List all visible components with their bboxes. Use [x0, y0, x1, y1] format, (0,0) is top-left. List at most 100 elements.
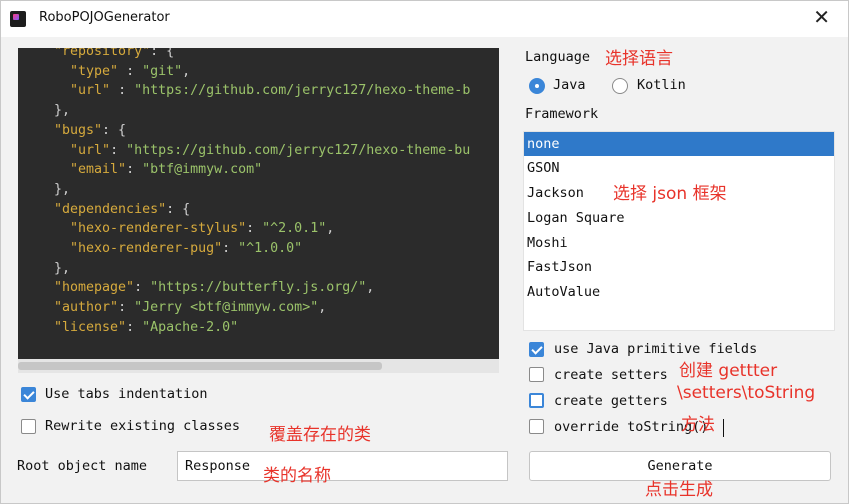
code-token: :	[126, 319, 143, 335]
code-line: },	[38, 101, 470, 121]
create-getters-label[interactable]: create getters	[554, 393, 668, 409]
scrollbar-thumb[interactable]	[18, 362, 382, 370]
code-token: : {	[102, 122, 127, 138]
code-token: :	[110, 142, 127, 158]
code-token: ,	[182, 63, 191, 79]
create-setters-label[interactable]: create setters	[554, 367, 668, 383]
rewrite-annotation: 覆盖存在的类	[269, 425, 371, 445]
code-token: ,	[326, 221, 335, 237]
code-token: :	[246, 221, 263, 237]
rewrite-classes-checkbox[interactable]	[21, 419, 36, 434]
code-line: "hexo-renderer-pug": "^1.0.0"	[38, 239, 470, 259]
primitive-fields-label[interactable]: use Java primitive fields	[554, 341, 757, 357]
editor-horizontal-scrollbar[interactable]	[18, 359, 499, 373]
code-token: :	[126, 162, 143, 178]
generate-annotation: 点击生成	[645, 480, 713, 500]
code-token: "https://github.com/jerryc127/hexo-theme…	[134, 83, 471, 99]
override-tostring-checkbox[interactable]	[529, 419, 544, 434]
code-line: },	[38, 259, 470, 279]
code-token: "repository"	[38, 48, 151, 59]
root-object-label: Root object name	[17, 458, 148, 474]
code-token: "email"	[38, 162, 127, 178]
code-token: "bugs"	[38, 122, 103, 138]
radio-kotlin[interactable]	[612, 78, 628, 94]
code-token: "btf@immyw.com"	[142, 162, 263, 178]
code-line: "email": "btf@immyw.com"	[38, 160, 470, 180]
root-object-annotation: 类的名称	[263, 466, 331, 486]
code-token: "license"	[38, 319, 127, 335]
code-token: :	[118, 300, 135, 316]
code-token: ,	[366, 280, 375, 296]
code-line: "url": "https://github.com/jerryc127/hex…	[38, 141, 470, 161]
language-label: Language	[525, 49, 591, 65]
code-token: "url"	[38, 83, 111, 99]
code-token: "Apache-2.0"	[142, 319, 239, 335]
create-getters-checkbox[interactable]	[529, 393, 544, 408]
code-token: :	[110, 83, 135, 99]
code-token: :	[134, 280, 151, 296]
radio-kotlin-label[interactable]: Kotlin	[637, 77, 686, 93]
create-setters-checkbox[interactable]	[529, 367, 544, 382]
code-token: },	[38, 260, 71, 276]
code-token: : {	[166, 201, 191, 217]
code-token: :	[222, 241, 239, 257]
code-line: "author": "Jerry <btf@immyw.com>",	[38, 298, 470, 318]
radio-java[interactable]	[529, 78, 545, 94]
language-annotation: 选择语言	[605, 49, 673, 69]
framework-item-moshi[interactable]: Moshi	[524, 231, 834, 255]
code-token: "Jerry <btf@immyw.com>"	[134, 300, 319, 316]
code-token: },	[38, 181, 71, 197]
code-line: "type" : "git",	[38, 62, 470, 82]
code-line: "repository": {	[38, 48, 470, 62]
use-tabs-checkbox[interactable]	[21, 387, 36, 402]
framework-item-logan-square[interactable]: Logan Square	[524, 206, 834, 230]
rewrite-classes-label[interactable]: Rewrite existing classes	[45, 418, 240, 434]
root-object-input[interactable]: Response	[177, 451, 508, 481]
use-tabs-label[interactable]: Use tabs indentation	[45, 386, 208, 402]
framework-item-fastjson[interactable]: FastJson	[524, 255, 834, 279]
code-token: "^1.0.0"	[238, 241, 303, 257]
code-token: "hexo-renderer-stylus"	[38, 221, 247, 237]
code-token: "https://butterfly.js.org/"	[150, 280, 367, 296]
code-token: "homepage"	[38, 280, 135, 296]
code-token: },	[38, 103, 71, 119]
code-token: "https://github.com/jerryc127/hexo-theme…	[126, 142, 471, 158]
code-line: "homepage": "https://butterfly.js.org/",	[38, 278, 470, 298]
framework-annotation: 选择 json 框架	[613, 184, 727, 204]
framework-item-none[interactable]: none	[524, 132, 834, 156]
json-code[interactable]: "repository": { "type" : "git", "url" : …	[38, 48, 470, 359]
code-line: "hexo-renderer-stylus": "^2.0.1",	[38, 219, 470, 239]
framework-label: Framework	[525, 106, 599, 122]
code-token: "hexo-renderer-pug"	[38, 241, 223, 257]
window-title: RoboPOJOGenerator	[39, 10, 170, 25]
code-line: "license": "Apache-2.0"	[38, 318, 470, 338]
code-line: "dependencies": {	[38, 200, 470, 220]
code-token: "dependencies"	[38, 201, 167, 217]
code-token: "author"	[38, 300, 119, 316]
code-token: :	[118, 63, 143, 79]
code-line: "url" : "https://github.com/jerryc127/he…	[38, 81, 470, 101]
radio-java-label[interactable]: Java	[553, 77, 586, 93]
code-token: "^2.0.1"	[262, 221, 327, 237]
code-token: "git"	[142, 63, 183, 79]
code-token: : {	[150, 48, 175, 59]
dialog-window: RoboPOJOGenerator ✕ "repository": { "typ…	[0, 0, 849, 504]
code-line: },	[38, 180, 470, 200]
code-line: "bugs": {	[38, 121, 470, 141]
close-icon[interactable]: ✕	[813, 7, 830, 27]
json-editor[interactable]: "repository": { "type" : "git", "url" : …	[18, 48, 499, 359]
primitive-fields-checkbox[interactable]	[529, 342, 544, 357]
text-caret	[723, 419, 724, 437]
code-token: "url"	[38, 142, 111, 158]
framework-item-gson[interactable]: GSON	[524, 156, 834, 180]
framework-item-autovalue[interactable]: AutoValue	[524, 280, 834, 304]
code-token: "type"	[38, 63, 119, 79]
framework-list[interactable]: none GSON Jackson Logan Square Moshi Fas…	[523, 131, 835, 331]
options-annotation-line2: \setters\toString	[677, 383, 816, 403]
options-annotation-line3: 方法	[681, 415, 715, 435]
app-icon	[10, 11, 26, 27]
title-bar: RoboPOJOGenerator ✕	[1, 1, 848, 37]
code-token: ,	[318, 300, 327, 316]
options-annotation-line1: 创建 gettter	[679, 361, 778, 381]
